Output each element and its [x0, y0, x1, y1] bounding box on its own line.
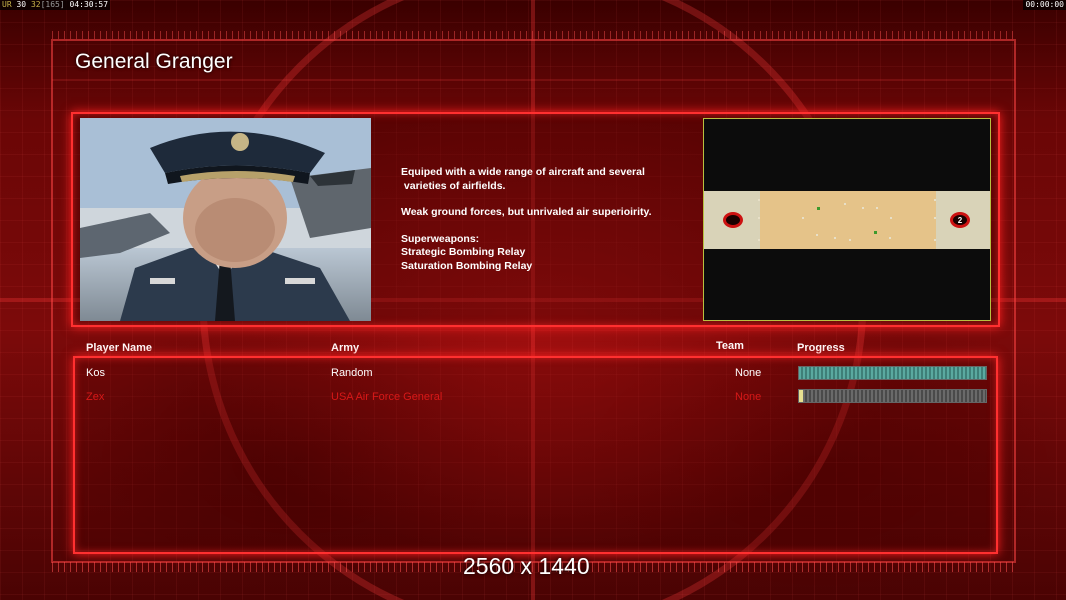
- top-ruler: [52, 31, 1015, 39]
- map-dot: [758, 239, 760, 241]
- map-sand: [760, 191, 936, 249]
- player-name: Kos: [86, 367, 105, 379]
- general-title: General Granger: [75, 50, 233, 73]
- map-dot: [834, 237, 836, 239]
- map-resource: [874, 231, 877, 234]
- general-portrait: [80, 118, 371, 321]
- player-team: None: [735, 367, 762, 379]
- start-position-1: [723, 212, 743, 228]
- map-dot: [934, 239, 936, 241]
- general-description: Equiped with a wide range of aircraft an…: [401, 166, 691, 273]
- map-preview: 2: [703, 118, 991, 321]
- player-name: Zex: [86, 391, 105, 403]
- hud-stats: UR 30 32[165] 04:30:57: [0, 0, 111, 10]
- description-line2: Weak ground forces, but unrivaled air su…: [401, 206, 652, 218]
- progress-bar: [798, 366, 987, 380]
- player-army: USA Air Force General: [331, 391, 443, 403]
- map-dot: [758, 217, 760, 219]
- hud-avg: 32: [30, 0, 41, 9]
- map-dot: [849, 239, 851, 241]
- progress-remaining: [802, 390, 986, 402]
- map-dot: [816, 234, 818, 236]
- map-dot: [876, 207, 878, 209]
- map-dot: [890, 217, 892, 219]
- progress-fill: [799, 367, 986, 379]
- header-progress: Progress: [797, 342, 845, 354]
- header-team: Team: [716, 340, 744, 352]
- player-list-panel: [73, 356, 998, 554]
- description-line1: Equiped with a wide range of aircraft an…: [401, 166, 645, 192]
- hud-time-left: 04:30:57: [69, 0, 109, 9]
- map-dot: [862, 207, 864, 209]
- start-position-2: 2: [950, 212, 970, 228]
- header-player-name: Player Name: [86, 342, 153, 354]
- map-dot: [844, 203, 846, 205]
- start-position-2-label: 2: [957, 215, 963, 225]
- player-army: Random: [331, 367, 373, 379]
- hud-fps: 30: [16, 0, 27, 9]
- map-dot: [934, 217, 936, 219]
- superweapon-2: Saturation Bombing Relay: [401, 259, 533, 272]
- superweapon-1: Strategic Bombing Relay: [401, 246, 526, 258]
- player-team: None: [735, 391, 762, 403]
- progress-bar: [798, 389, 987, 403]
- hud-bracket: [165]: [40, 0, 65, 9]
- map-dot: [889, 237, 891, 239]
- map-dot: [934, 199, 936, 201]
- map-dot: [758, 199, 760, 201]
- map-dot: [802, 217, 804, 219]
- hud-time-right: 00:00:00: [1023, 0, 1066, 10]
- resolution-label: 2560 x 1440: [463, 553, 590, 579]
- header-army: Army: [331, 342, 360, 354]
- superweapons-header: Superweapons:: [401, 232, 480, 245]
- map-resource: [817, 207, 820, 210]
- hud-prefix: UR: [2, 0, 12, 9]
